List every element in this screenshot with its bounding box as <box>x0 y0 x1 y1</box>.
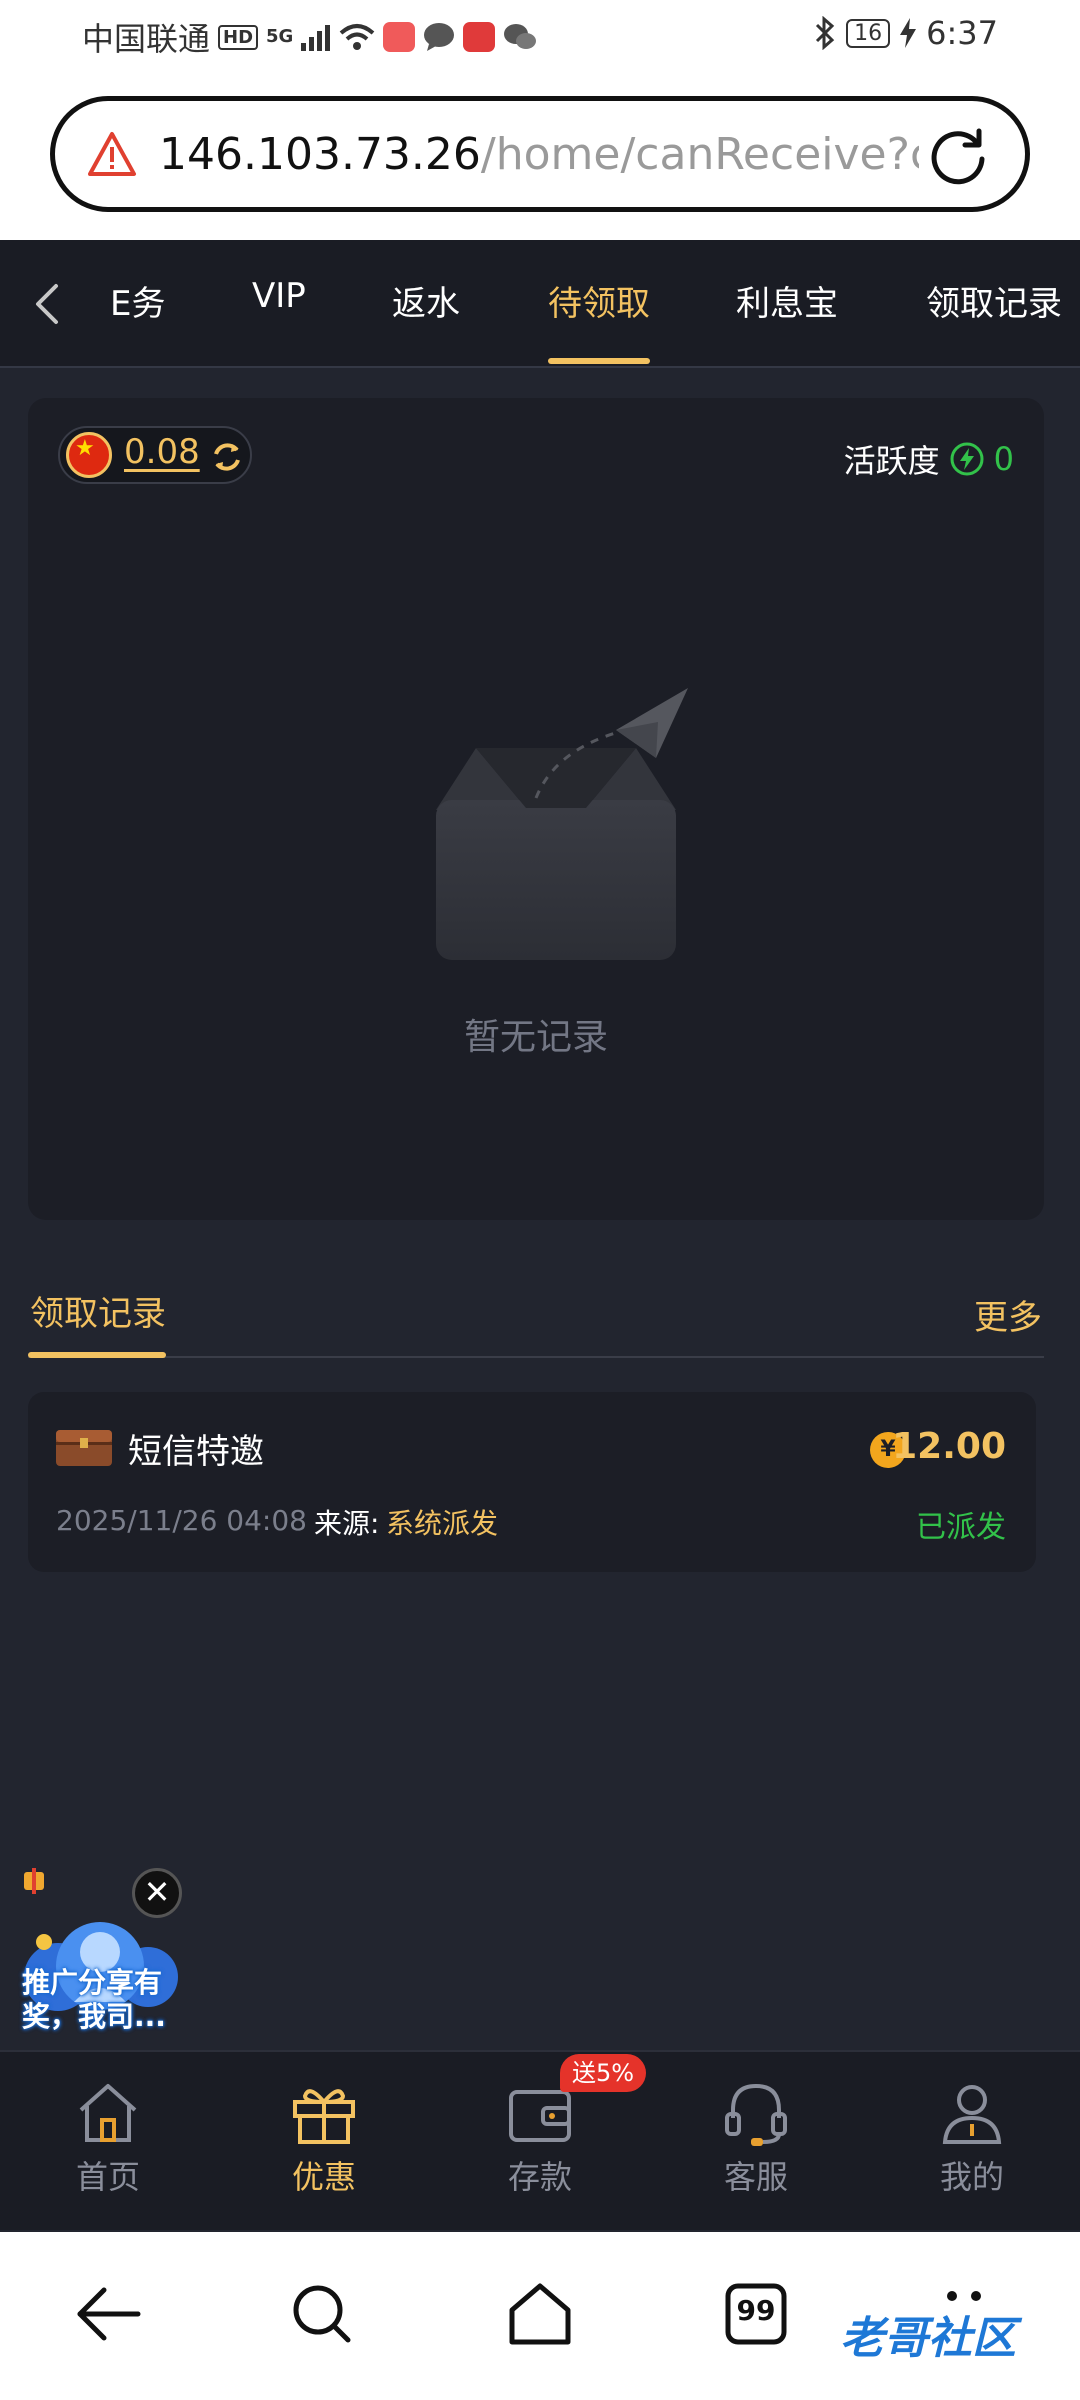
status-left: 中国联通 HD 5G <box>82 14 537 60</box>
url-host: 146.103.73.26 <box>159 128 481 180</box>
promo-text-line1: 推广分享有 <box>22 1966 163 1999</box>
tab-interest[interactable]: 利息宝 <box>736 276 838 325</box>
charging-icon <box>900 18 917 48</box>
back-arrow-icon[interactable] <box>74 2282 144 2346</box>
book-app-icon <box>463 22 496 52</box>
nav-deposit-label: 存款 <box>507 2158 572 2196</box>
reload-icon[interactable] <box>927 125 989 187</box>
promo-text-line2: 奖，我司... <box>22 2000 166 2033</box>
battery-level: 16 <box>846 18 891 48</box>
record-source: 系统派发 <box>386 1507 499 1540</box>
pending-card: ★ 0.08 活跃度 0 暂无记录 <box>28 398 1044 1220</box>
bluetooth-icon <box>816 16 835 50</box>
record-time: 2025/11/26 04:08 <box>56 1504 307 1537</box>
tab-claim-history[interactable]: 领取记录 <box>926 276 1062 325</box>
nav-home[interactable]: 首页 <box>38 2078 178 2198</box>
nav-support[interactable]: 客服 <box>686 2078 826 2198</box>
refresh-icon[interactable] <box>210 440 244 474</box>
nav-promotions-label: 优惠 <box>291 2158 356 2196</box>
url-text[interactable]: 146.103.73.26/home/canReceive?c <box>159 129 919 180</box>
activity-value: 0 <box>993 440 1014 478</box>
records-title-underline <box>28 1352 166 1358</box>
carrier-name: 中国联通 <box>82 20 211 58</box>
balance-value: 0.08 <box>124 432 200 472</box>
clock: 6:37 <box>926 14 998 52</box>
wechat-icon <box>504 24 537 49</box>
empty-box-icon <box>436 688 688 960</box>
chevron-left-icon[interactable] <box>28 280 68 328</box>
record-status: 已派发 <box>916 1510 1006 1545</box>
network-type: 5G <box>266 26 294 47</box>
status-bar: 中国联通 HD 5G 16 6:37 <box>0 0 1080 80</box>
nav-promotions[interactable]: 优惠 <box>254 2078 394 2198</box>
home-icon <box>79 2084 137 2142</box>
activity-label: 活跃度 <box>843 442 940 480</box>
nav-deposit[interactable]: 存款 <box>470 2078 610 2198</box>
record-source-label: 来源: <box>314 1507 380 1540</box>
activity-indicator: 活跃度 0 <box>844 436 1014 482</box>
china-flag-icon: ★ <box>66 432 112 478</box>
records-header: 领取记录 更多 <box>28 1280 1044 1360</box>
watermark-logo: 老哥社区 <box>840 2313 1016 2364</box>
url-path: /home/canReceive?c <box>480 128 919 180</box>
warning-icon[interactable] <box>87 131 137 177</box>
records-title[interactable]: 领取记录 <box>30 1286 166 1335</box>
wifi-icon <box>340 24 375 50</box>
tab-pending[interactable]: 待领取 <box>548 276 650 325</box>
huawei-app-icon <box>383 22 416 52</box>
status-right: 16 6:37 <box>814 14 998 52</box>
tab-rebate[interactable]: 返水 <box>392 276 460 325</box>
promo-text[interactable]: 推广分享有 奖，我司... <box>22 1966 192 2034</box>
address-bar[interactable]: 146.103.73.26/home/canReceive?c <box>50 96 1030 212</box>
empty-state-text: 暂无记录 <box>463 1017 608 1058</box>
balance-pill: ★ 0.08 <box>58 426 252 484</box>
promo-close-button[interactable]: ✕ <box>132 1868 182 1918</box>
bottom-navigation: 首页 优惠 存款 客服 我的 <box>0 2050 1080 2230</box>
gift-icon <box>293 2089 355 2144</box>
hd-badge: HD <box>218 24 259 50</box>
lightning-icon <box>950 442 984 476</box>
headset-icon <box>725 2083 787 2146</box>
tab-vip[interactable]: VIP <box>252 276 306 316</box>
tab-tasks[interactable]: E务 <box>110 276 165 325</box>
record-amount: 12.00 <box>892 1426 1006 1467</box>
user-icon <box>942 2085 1002 2144</box>
tab-count: 99 <box>736 2294 776 2327</box>
active-tab-indicator <box>548 358 650 364</box>
nav-home-label: 首页 <box>75 2158 140 2196</box>
tab-navigation: E务 VIP 返水 待领取 利息宝 领取记录 <box>0 240 1080 368</box>
home-button-icon[interactable] <box>506 2282 574 2346</box>
signal-icon <box>301 25 331 51</box>
record-item[interactable]: 短信特邀 ¥ 12.00 2025/11/26 04:08 来源: 系统派发 已… <box>28 1392 1036 1572</box>
search-icon[interactable] <box>290 2282 354 2346</box>
record-name: 短信特邀 <box>128 1432 264 1472</box>
records-divider <box>28 1356 1044 1358</box>
nav-support-label: 客服 <box>723 2158 788 2196</box>
nav-profile[interactable]: 我的 <box>902 2078 1042 2198</box>
nav-profile-label: 我的 <box>939 2158 1004 2196</box>
more-link[interactable]: 更多 <box>974 1290 1042 1339</box>
deposit-bonus-badge: 送5% <box>560 2054 646 2092</box>
message-icon <box>424 23 455 51</box>
browser-toolbar: 146.103.73.26/home/canReceive?c <box>0 80 1080 240</box>
treasure-chest-icon <box>56 1430 112 1466</box>
